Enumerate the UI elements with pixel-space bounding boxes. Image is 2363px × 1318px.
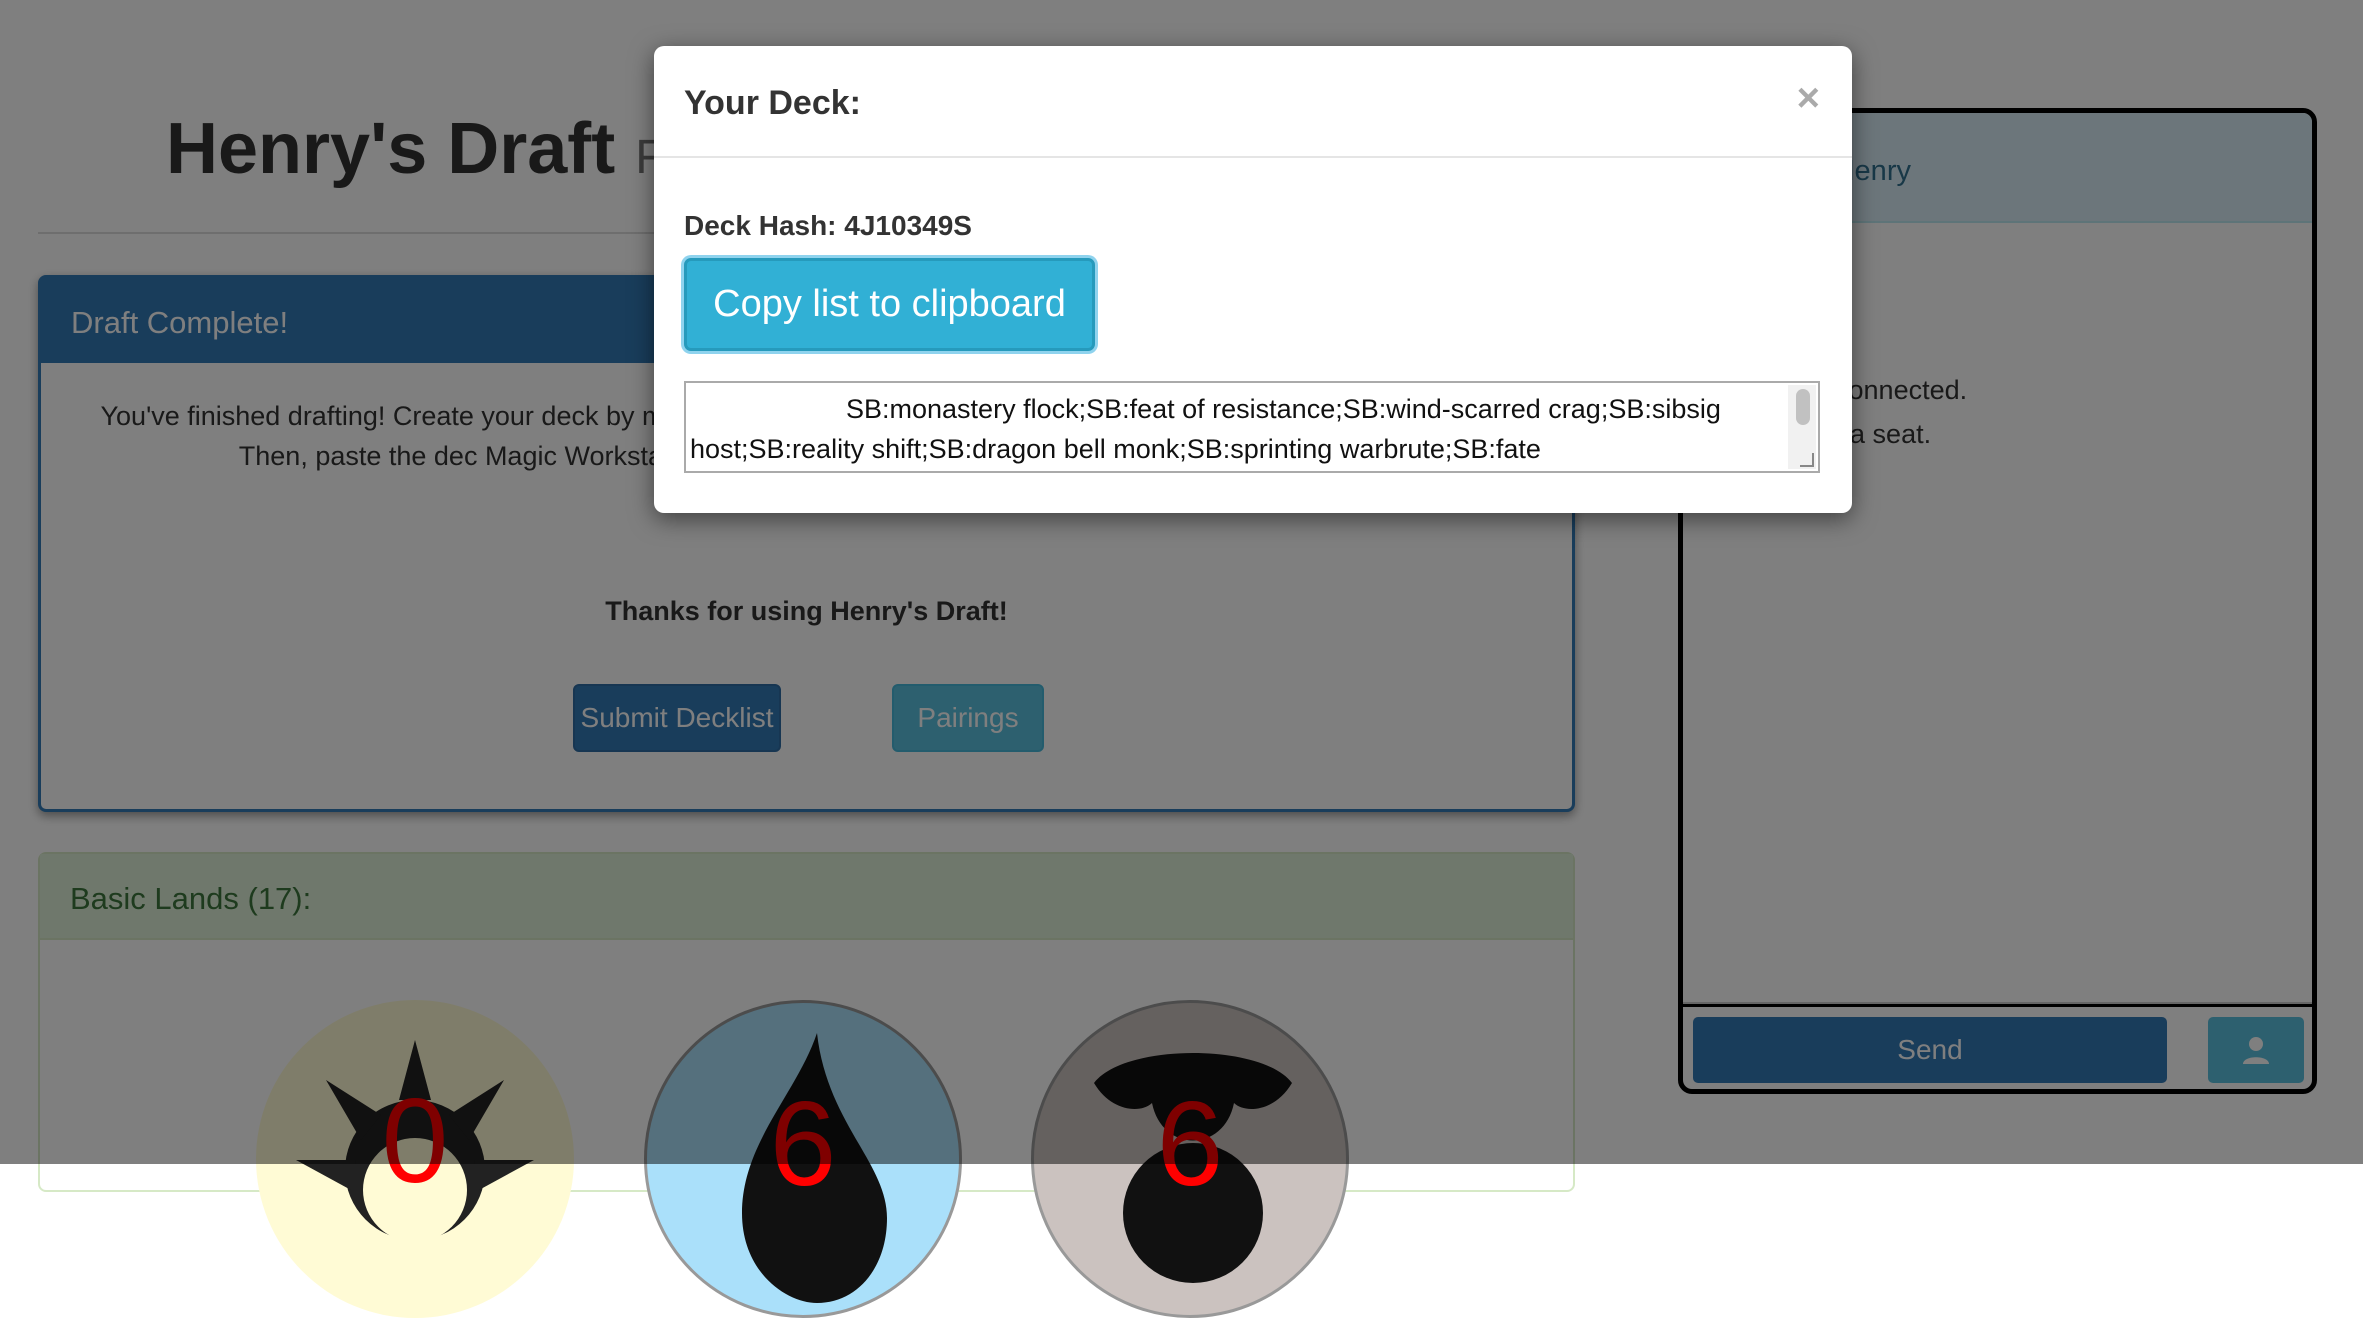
resize-handle-icon[interactable]: [1800, 453, 1814, 467]
close-icon[interactable]: ×: [1797, 76, 1820, 121]
scroll-thumb[interactable]: [1796, 389, 1810, 425]
modal-header: Your Deck: ×: [654, 46, 1852, 158]
your-deck-modal: Your Deck: × Deck Hash: 4J10349S Copy li…: [654, 46, 1852, 513]
copy-list-button[interactable]: Copy list to clipboard: [684, 258, 1095, 351]
deck-hash: Deck Hash: 4J10349S: [684, 210, 972, 241]
deck-list-text: SB:monastery flock;SB:feat of resistance…: [690, 394, 1721, 464]
deck-list-textarea[interactable]: SB:monastery flock;SB:feat of resistance…: [684, 381, 1820, 473]
modal-title: Your Deck:: [684, 84, 861, 122]
